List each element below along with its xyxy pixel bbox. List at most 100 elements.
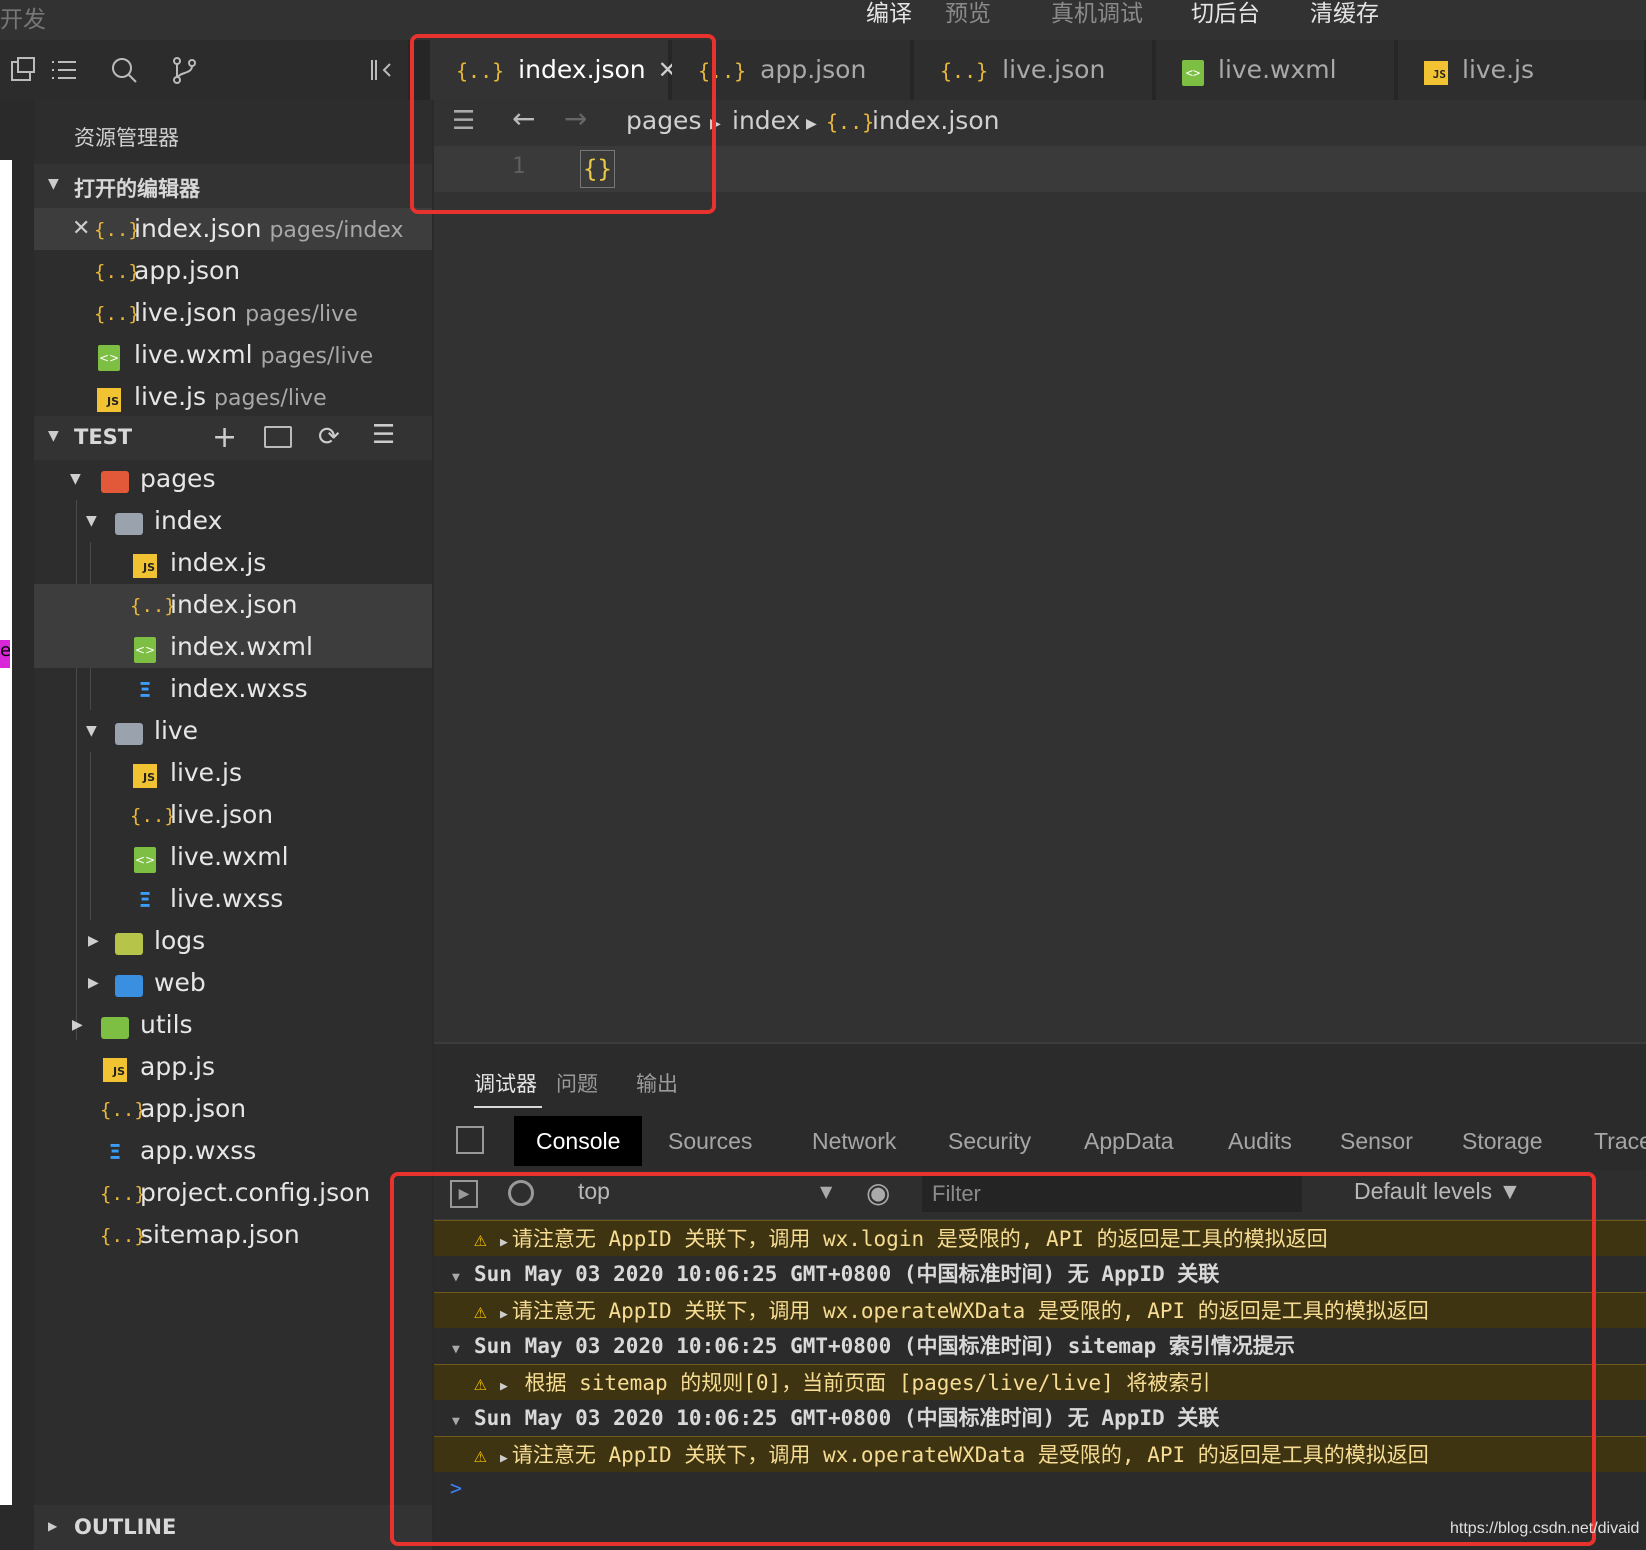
- breadcrumb-item[interactable]: index: [732, 106, 800, 135]
- activity-bar: [0, 40, 430, 100]
- tab-console[interactable]: Console: [514, 1116, 643, 1166]
- project-header[interactable]: ▼ TEST + ⟳ ☰: [34, 416, 432, 460]
- tab-sensor[interactable]: Sensor: [1340, 1116, 1413, 1166]
- file-name: sitemap.json: [140, 1220, 300, 1249]
- new-file-icon[interactable]: +: [212, 420, 237, 455]
- tree-folder[interactable]: ▶ utils: [34, 1004, 432, 1046]
- open-editor-item[interactable]: ✕ {..}index.json pages/index: [34, 208, 432, 250]
- chevron-right-icon: ▶: [72, 1017, 83, 1033]
- collapse-all-icon[interactable]: ☰: [372, 420, 395, 450]
- wxml-icon: <>: [134, 846, 156, 873]
- tab-label: app.json: [760, 55, 867, 84]
- tab-output[interactable]: 输出: [636, 1068, 678, 1098]
- file-name: app.json: [140, 1094, 247, 1123]
- clear-cache-button[interactable]: 清缓存: [1310, 0, 1379, 28]
- preview-button[interactable]: 预览: [945, 0, 991, 28]
- tab-network[interactable]: Network: [812, 1116, 896, 1166]
- file-name: live.json: [170, 800, 274, 829]
- open-editor-item[interactable]: <> live.wxml pages/live: [34, 334, 432, 376]
- tree-file[interactable]: {..}project.config.json: [34, 1172, 432, 1214]
- tab-label: live.json: [1002, 55, 1106, 84]
- chevron-down-icon: ▼: [70, 471, 81, 487]
- tree-file[interactable]: Ξapp.wxss: [34, 1130, 432, 1172]
- tab-label: live.wxml: [1218, 55, 1337, 84]
- file-name: live.js: [170, 758, 242, 787]
- outline-header[interactable]: ▶ OUTLINE: [34, 1505, 432, 1550]
- file-name: utils: [140, 1010, 193, 1039]
- tree-file[interactable]: <> index.wxml: [34, 626, 432, 668]
- tree-file[interactable]: <> live.wxml: [34, 836, 432, 878]
- tab-security[interactable]: Security: [948, 1116, 1031, 1166]
- tab-audits[interactable]: Audits: [1228, 1116, 1292, 1166]
- tab-storage[interactable]: Storage: [1462, 1116, 1543, 1166]
- tree-folder[interactable]: ▶ web: [34, 962, 432, 1004]
- tab-live-json[interactable]: {..} live.json: [914, 40, 1154, 100]
- tree-file[interactable]: {..}live.json: [34, 794, 432, 836]
- inspect-element-icon[interactable]: [456, 1126, 484, 1154]
- refresh-icon[interactable]: ⟳: [318, 422, 340, 452]
- open-editors-header[interactable]: ▼ 打开的编辑器: [34, 164, 432, 208]
- device-debug-button[interactable]: 真机调试: [1051, 0, 1143, 28]
- project-label: TEST: [74, 425, 133, 449]
- chevron-right-icon: ▶: [88, 933, 99, 949]
- tree-folder[interactable]: ▶ logs: [34, 920, 432, 962]
- tree-folder[interactable]: ▼ index: [34, 500, 432, 542]
- file-name: app.wxss: [140, 1136, 257, 1165]
- folder-icon: [115, 722, 143, 745]
- tab-debugger[interactable]: 调试器: [474, 1068, 537, 1098]
- file-name: live.wxss: [170, 884, 284, 913]
- file-name: live.wxml: [170, 842, 289, 871]
- pages-icon[interactable]: [6, 54, 38, 86]
- list-icon[interactable]: [48, 54, 80, 86]
- open-editor-item[interactable]: JS live.js pages/live: [34, 376, 432, 418]
- tab-trace[interactable]: Trace: [1594, 1116, 1646, 1166]
- open-editor-item[interactable]: {..}live.json pages/live: [34, 292, 432, 334]
- tab-appdata[interactable]: AppData: [1084, 1116, 1174, 1166]
- annotation-box-console: [390, 1172, 1596, 1546]
- wxml-icon: <>: [98, 344, 120, 371]
- tab-live-js[interactable]: JS live.js: [1398, 40, 1646, 100]
- tree-file[interactable]: JS app.js: [34, 1046, 432, 1088]
- tree-folder[interactable]: ▼ live: [34, 710, 432, 752]
- json-icon: {..}: [100, 1099, 146, 1121]
- tree-file[interactable]: Ξindex.wxss: [34, 668, 432, 710]
- tree-file[interactable]: {..}app.json: [34, 1088, 432, 1130]
- tree-file[interactable]: JS index.js: [34, 542, 432, 584]
- chevron-down-icon: ▼: [48, 176, 59, 192]
- file-name: index.json: [170, 590, 298, 619]
- source-control-icon[interactable]: [168, 54, 200, 86]
- json-icon: {..}: [94, 261, 140, 283]
- json-icon: {..}: [130, 805, 176, 827]
- tree-file[interactable]: {..}index.json: [34, 584, 432, 626]
- tree-file[interactable]: {..}sitemap.json: [34, 1214, 432, 1256]
- tab-live-wxml[interactable]: <> live.wxml: [1156, 40, 1396, 100]
- folder-icon: [115, 974, 143, 997]
- file-name: live.js: [134, 382, 206, 411]
- tab-sources[interactable]: Sources: [668, 1116, 752, 1166]
- open-editor-item[interactable]: {..}app.json: [34, 250, 432, 292]
- folder-icon: [101, 470, 129, 493]
- collapse-sidebar-icon[interactable]: [366, 54, 398, 86]
- close-icon[interactable]: ✕: [72, 208, 90, 250]
- js-icon: JS: [133, 553, 157, 578]
- top-toolbar: 开发 编译 预览 真机调试 切后台 清缓存: [0, 0, 1646, 40]
- file-name: index.wxml: [170, 632, 313, 661]
- tree-file[interactable]: Ξlive.wxss: [34, 878, 432, 920]
- simulator-tag: el: [0, 640, 10, 668]
- search-icon[interactable]: [108, 54, 140, 86]
- wxml-icon: <>: [1182, 59, 1204, 86]
- tab-problems[interactable]: 问题: [556, 1068, 598, 1098]
- code-editor[interactable]: ☰ ← → pages ▶ index ▶ {..} index.json 1 …: [434, 100, 1646, 1042]
- tree-folder[interactable]: ▼ pages: [34, 458, 432, 500]
- breadcrumb-item[interactable]: index.json: [872, 106, 999, 135]
- open-editors-label: 打开的编辑器: [74, 177, 200, 201]
- wxss-icon: Ξ: [108, 1140, 122, 1164]
- background-button[interactable]: 切后台: [1191, 0, 1260, 28]
- chevron-down-icon: ▼: [86, 723, 97, 739]
- new-folder-icon[interactable]: [264, 426, 292, 448]
- app-brand: 开发: [0, 7, 46, 33]
- compile-button[interactable]: 编译: [866, 0, 912, 28]
- file-path: pages/index: [269, 218, 404, 243]
- file-name: index.js: [170, 548, 267, 577]
- tree-file[interactable]: JS live.js: [34, 752, 432, 794]
